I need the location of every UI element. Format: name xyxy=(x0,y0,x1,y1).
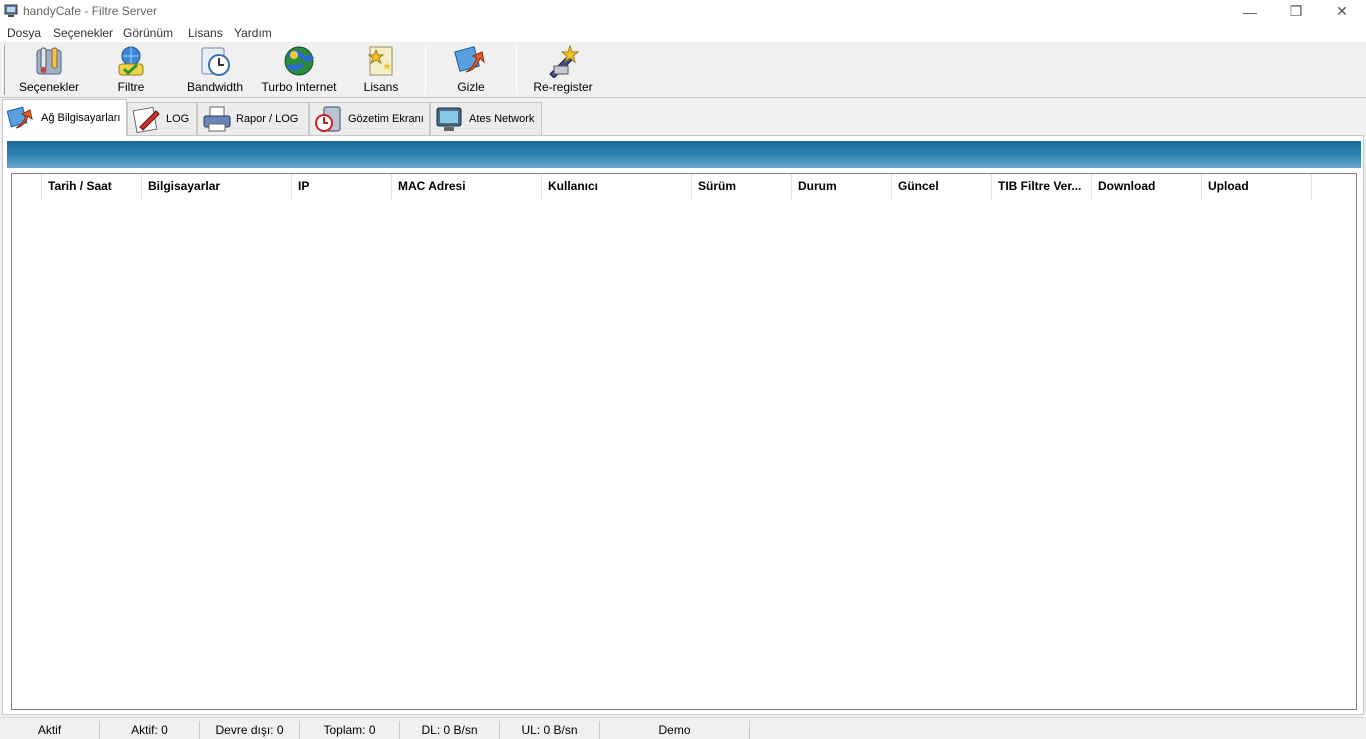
restore-icon: ❐ xyxy=(1289,3,1303,19)
menu-bar: Dosya Seçenekler Görünüm Lisans Yardım xyxy=(0,23,1366,43)
tab-label: Ates Network xyxy=(469,113,535,125)
tab-gozetim-ekrani[interactable]: Gözetim Ekranı xyxy=(309,102,430,135)
menu-dosya[interactable]: Dosya xyxy=(7,26,41,40)
register-wand-icon xyxy=(549,44,580,78)
computers-table[interactable]: Tarih / Saat Bilgisayarlar IP MAC Adresi… xyxy=(11,173,1357,710)
filter-globe-icon xyxy=(118,46,144,76)
toolbar-separator xyxy=(425,45,426,95)
bandwidth-label: Bandwidth xyxy=(186,80,244,94)
status-aktif-count: Aktif: 0 xyxy=(100,721,200,739)
re-register-label: Re-register xyxy=(533,80,593,94)
license-stars-icon xyxy=(367,46,393,76)
filtre-label: Filtre xyxy=(117,80,145,94)
column-header-mac-adresi[interactable]: MAC Adresi xyxy=(392,174,542,200)
tools-icon xyxy=(36,47,62,75)
monitor-icon xyxy=(315,106,341,132)
column-header-upload[interactable]: Upload xyxy=(1202,174,1312,200)
tab-ates-network[interactable]: Ates Network xyxy=(430,102,542,135)
title-bar: handyCafe - Filtre Server — ❐ ✕ xyxy=(0,0,1366,23)
tab-label: Gözetim Ekranı xyxy=(348,113,424,125)
minimize-button[interactable]: — xyxy=(1227,0,1273,23)
column-header-select[interactable] xyxy=(12,174,42,200)
menu-gorunum[interactable]: Görünüm xyxy=(123,26,173,40)
status-aktif: Aktif xyxy=(0,721,100,739)
column-header-download[interactable]: Download xyxy=(1092,174,1202,200)
tab-label: LOG xyxy=(166,113,190,125)
status-devre-disi: Devre dışı: 0 xyxy=(200,721,300,739)
column-header-surum[interactable]: Sürüm xyxy=(692,174,792,200)
close-button[interactable]: ✕ xyxy=(1319,0,1365,23)
filtre-button[interactable]: Filtre xyxy=(106,44,156,96)
secenekler-button[interactable]: Seçenekler xyxy=(14,44,84,96)
menu-lisans[interactable]: Lisans xyxy=(188,26,223,40)
printer-icon xyxy=(203,106,231,132)
window-title: handyCafe - Filtre Server xyxy=(23,4,158,18)
column-header-tib-filtre-ver[interactable]: TIB Filtre Ver... xyxy=(992,174,1092,200)
gizle-button[interactable]: Gizle xyxy=(446,44,496,96)
tab-rapor-log[interactable]: Rapor / LOG xyxy=(197,102,309,135)
turbo-internet-button[interactable]: Turbo Internet xyxy=(256,44,342,96)
globe-icon xyxy=(284,46,315,76)
column-header-ip[interactable]: IP xyxy=(292,174,392,200)
hide-arrow-icon xyxy=(454,46,485,73)
column-header-kullanici[interactable]: Kullanıcı xyxy=(542,174,692,200)
panel-header-bar xyxy=(7,141,1361,168)
bandwidth-clock-icon xyxy=(201,47,230,76)
restore-button[interactable]: ❐ xyxy=(1273,0,1319,23)
toolbar-grip[interactable] xyxy=(2,45,5,95)
log-pen-icon xyxy=(132,106,160,133)
tab-strip: Ağ Bilgisayarları LOG Rapor / LOG Gözeti… xyxy=(0,99,1366,136)
status-license-mode: Demo xyxy=(600,721,750,739)
lisans-button[interactable]: Lisans xyxy=(356,44,406,96)
network-arrow-icon xyxy=(7,106,33,129)
status-dl: DL: 0 B/sn xyxy=(400,721,500,739)
lisans-label: Lisans xyxy=(363,80,399,94)
tab-label: Ağ Bilgisayarları xyxy=(41,112,121,124)
turbo-internet-label: Turbo Internet xyxy=(261,80,337,94)
column-header-tarih-saat[interactable]: Tarih / Saat xyxy=(42,174,142,200)
column-header-durum[interactable]: Durum xyxy=(792,174,892,200)
table-header: Tarih / Saat Bilgisayarlar IP MAC Adresi… xyxy=(12,174,1356,200)
toolbar: Seçenekler Filtre Bandwidth Turbo Intern… xyxy=(0,42,1366,98)
toolbar-separator xyxy=(516,45,517,95)
status-bar: Aktif Aktif: 0 Devre dışı: 0 Toplam: 0 D… xyxy=(0,717,1366,739)
close-icon: ✕ xyxy=(1336,3,1348,19)
tab-label: Rapor / LOG xyxy=(236,113,299,125)
re-register-button[interactable]: Re-register xyxy=(528,44,598,96)
column-header-guncel[interactable]: Güncel xyxy=(892,174,992,200)
main-panel: Tarih / Saat Bilgisayarlar IP MAC Adresi… xyxy=(2,135,1364,715)
menu-yardim[interactable]: Yardım xyxy=(234,26,272,40)
column-header-bilgisayarlar[interactable]: Bilgisayarlar xyxy=(142,174,292,200)
menu-secenekler[interactable]: Seçenekler xyxy=(53,26,113,40)
bandwidth-button[interactable]: Bandwidth xyxy=(180,44,250,96)
status-toplam: Toplam: 0 xyxy=(300,721,400,739)
tab-log[interactable]: LOG xyxy=(127,102,197,135)
gizle-label: Gizle xyxy=(457,80,485,94)
secenekler-label: Seçenekler xyxy=(18,80,80,94)
computer-icon xyxy=(4,4,18,17)
minimize-icon: — xyxy=(1243,3,1257,20)
tab-ag-bilgisayarlari[interactable]: Ağ Bilgisayarları xyxy=(2,99,127,136)
network-monitor-icon xyxy=(436,107,462,131)
status-ul: UL: 0 B/sn xyxy=(500,721,600,739)
